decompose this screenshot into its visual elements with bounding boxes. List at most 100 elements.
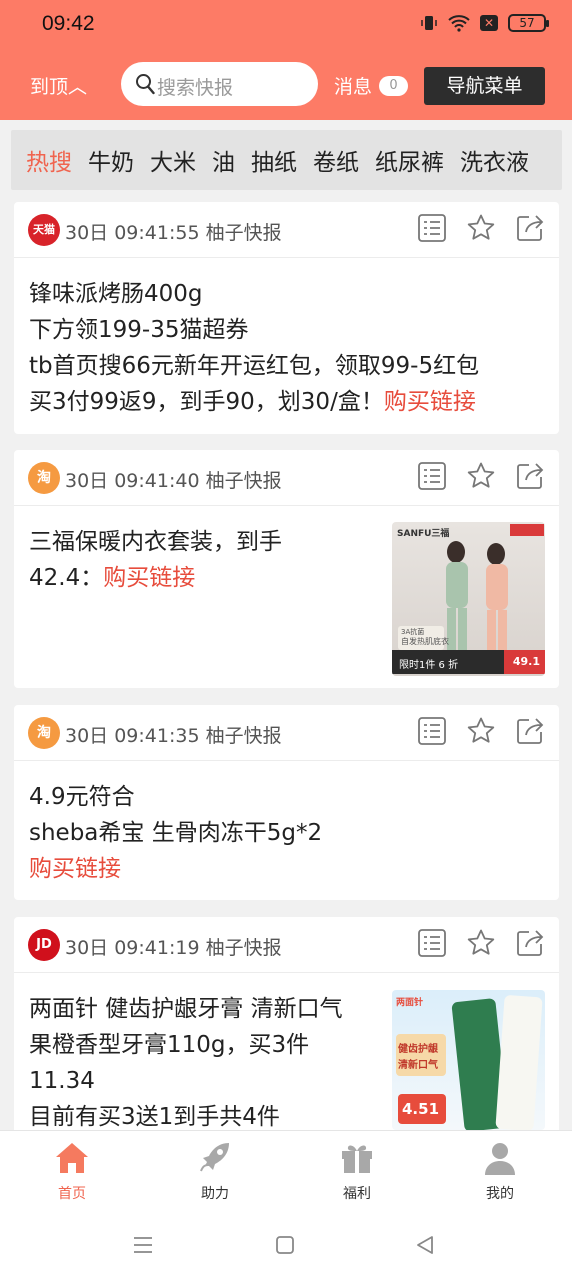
tab-home[interactable]: 首页 [32, 1141, 112, 1203]
messages-button[interactable]: 消息 [334, 72, 372, 99]
star-icon[interactable] [466, 213, 496, 243]
card-meta: 30日 09:41:55 柚子快报 [65, 222, 282, 244]
category-diapers[interactable]: 纸尿裤 [375, 143, 444, 177]
card-text-line: sheba希宝 生骨肉冻干5g*2 [29, 820, 323, 846]
card-header: 天猫 30日 09:41:55 柚子快报 [14, 202, 559, 258]
category-toilet-paper[interactable]: 卷纸 [313, 143, 359, 177]
list-icon[interactable] [417, 928, 447, 958]
wifi-icon [448, 15, 470, 32]
news-card[interactable]: JD 30日 09:41:19 柚子快报 两面针 健齿护龈牙膏 清新口气 果橙香… [14, 917, 559, 1147]
card-actions [417, 213, 545, 243]
card-text: 42.4： [29, 565, 104, 591]
jd-logo-icon: JD [28, 929, 60, 961]
thumb-brand: 两面针 [396, 998, 424, 1008]
tab-mine[interactable]: 我的 [460, 1141, 540, 1203]
tmall-logo-icon: 天猫 [28, 214, 60, 246]
card-text-line: 下方领199-35猫超券 [29, 317, 249, 343]
tab-label: 助力 [201, 1186, 229, 1202]
card-text-line: 买3付99返9，到手90，划30/盒！购买链接 [29, 384, 545, 420]
scroll-to-top-button[interactable]: 到顶︿ [30, 72, 87, 99]
news-card[interactable]: 淘 30日 09:41:40 柚子快报 三福保暖内衣套装，到手 42.4：购买链… [14, 450, 559, 688]
product-thumbnail[interactable]: 两面针 健齿护龈 清新口气 4.51 [392, 990, 545, 1130]
thumb-price: 4.51 [402, 1100, 440, 1118]
buy-link[interactable]: 购买链接 [384, 389, 476, 415]
thumb-brand: SANFU三福 [397, 529, 450, 539]
card-actions [417, 716, 545, 746]
star-icon[interactable] [466, 461, 496, 491]
news-card[interactable]: 天猫 30日 09:41:55 柚子快报 锋味派烤肠400g 下方领199-35… [14, 202, 559, 434]
thumb-price: 49.1 [512, 655, 540, 668]
buy-link[interactable]: 购买链接 [29, 851, 545, 887]
card-body: 4.9元符合 sheba希宝 生骨肉冻干5g*2 购买链接 [14, 761, 559, 901]
search-placeholder: 搜索快报 [157, 77, 234, 99]
card-text-line: 11.34 [29, 1068, 95, 1094]
thumb-tag: 健齿护龈 [398, 1044, 438, 1055]
star-icon[interactable] [466, 716, 496, 746]
card-text: 买3付99返9，到手90，划30/盒！ [29, 389, 384, 415]
messages-count-badge: 0 [379, 76, 408, 96]
thumb-caption: 自发热肌底衣 [401, 637, 449, 646]
card-meta: 30日 09:41:40 柚子快报 [65, 470, 282, 492]
vibrate-icon [421, 16, 437, 30]
top-bar: 09:42 ✕ 57 到顶︿ 搜索快报 消息 0 导航菜单 [0, 0, 572, 120]
category-detergent[interactable]: 洗衣液 [460, 143, 529, 177]
share-icon[interactable] [515, 716, 545, 746]
share-icon[interactable] [515, 461, 545, 491]
home-square-icon[interactable] [274, 1234, 296, 1256]
category-bar: 热搜 牛奶 大米 油 抽纸 卷纸 纸尿裤 洗衣液 [11, 130, 562, 190]
list-icon[interactable] [417, 213, 447, 243]
category-rice[interactable]: 大米 [150, 143, 196, 177]
user-icon [485, 1143, 515, 1175]
underwear-product-image [392, 524, 545, 674]
card-text-line: 4.9元符合 [29, 784, 135, 810]
card-text-line: tb首页搜66元新年开运红包，领取99-5红包 [29, 353, 480, 379]
tab-assist[interactable]: 助力 [175, 1141, 255, 1203]
share-icon[interactable] [515, 213, 545, 243]
tab-label: 我的 [486, 1186, 514, 1202]
star-icon[interactable] [466, 928, 496, 958]
share-icon[interactable] [515, 928, 545, 958]
card-actions [417, 461, 545, 491]
tab-welfare[interactable]: 福利 [317, 1141, 397, 1203]
taobao-logo-icon: 淘 [28, 462, 60, 494]
product-thumbnail[interactable]: SANFU三福 3A抗菌 自发热肌底衣 限时1件 6 折 49.1 [392, 522, 545, 676]
card-body: 锋味派烤肠400g 下方领199-35猫超券 tb首页搜66元新年开运红包，领取… [14, 258, 559, 434]
search-input[interactable]: 搜索快报 [121, 62, 318, 106]
category-tissue[interactable]: 抽纸 [251, 143, 297, 177]
buy-link[interactable]: 购买链接 [103, 565, 195, 591]
back-icon[interactable] [414, 1234, 436, 1256]
category-milk[interactable]: 牛奶 [88, 143, 134, 177]
thumb-tag: 清新口气 [398, 1060, 438, 1071]
card-header: 淘 30日 09:41:40 柚子快报 [14, 450, 559, 506]
rocket-icon [200, 1143, 229, 1172]
card-header: JD 30日 09:41:19 柚子快报 [14, 917, 559, 973]
category-oil[interactable]: 油 [212, 143, 235, 177]
card-actions [417, 928, 545, 958]
home-icon [56, 1143, 88, 1173]
gift-icon [342, 1145, 372, 1173]
tab-label: 首页 [58, 1186, 86, 1202]
taobao-logo-icon: 淘 [28, 717, 60, 749]
no-sim-icon: ✕ [480, 15, 498, 31]
card-text-line: 两面针 健齿护龈牙膏 清新口气 [29, 996, 343, 1022]
tab-label: 福利 [343, 1186, 371, 1202]
card-text-line: 三福保暖内衣套装，到手 [29, 529, 282, 555]
system-nav-bar [0, 1214, 572, 1280]
status-icons: ✕ 57 [420, 14, 549, 32]
battery-icon: 57 [508, 14, 549, 32]
nav-menu-button[interactable]: 导航菜单 [424, 67, 545, 105]
card-text-line: 42.4：购买链接 [29, 560, 379, 596]
thumb-badge: 限时1件 6 折 [399, 660, 459, 671]
status-bar: 09:42 ✕ 57 [0, 0, 572, 52]
status-time: 09:42 [42, 12, 95, 35]
list-icon[interactable] [417, 461, 447, 491]
news-card[interactable]: 淘 30日 09:41:35 柚子快报 4.9元符合 sheba希宝 生骨肉冻干… [14, 705, 559, 900]
card-text-line: 锋味派烤肠400g [29, 281, 203, 307]
card-meta: 30日 09:41:35 柚子快报 [65, 725, 282, 747]
menu-icon[interactable] [132, 1234, 154, 1256]
bottom-nav: 首页 助力 福利 我的 [0, 1130, 572, 1214]
card-meta: 30日 09:41:19 柚子快报 [65, 937, 282, 959]
search-icon [136, 74, 155, 95]
category-hot[interactable]: 热搜 [26, 143, 72, 177]
list-icon[interactable] [417, 716, 447, 746]
